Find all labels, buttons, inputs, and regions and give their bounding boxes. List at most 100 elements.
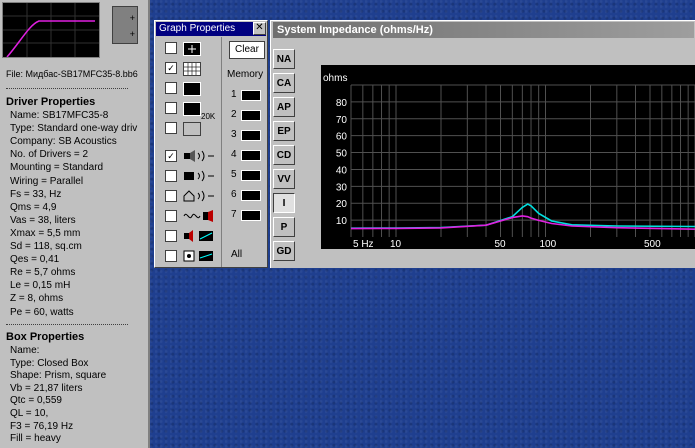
driver-property-line: Le = 0,15 mH — [10, 280, 71, 292]
y-tick-label: 40 — [336, 165, 348, 176]
y-tick-label: 70 — [336, 115, 348, 126]
memory-slot-number: 1 — [231, 89, 237, 100]
driver-property-line: Z = 8, ohms — [10, 293, 64, 305]
checkbox[interactable] — [165, 170, 177, 182]
clear-button[interactable]: Clear — [229, 41, 265, 59]
file-name-label: File: Мидбас-SB17MFC35-8.bb6 — [6, 69, 138, 79]
checkbox[interactable] — [165, 210, 177, 222]
driver-property-line: Mounting = Standard — [10, 162, 104, 174]
divider — [6, 324, 128, 325]
graph-properties-window: Graph Properties ✕ ✓ ✓ 20K Clear Memory 1… — [154, 20, 268, 268]
memory-slot-number: 2 — [231, 109, 237, 120]
box-properties-title: Box Properties — [6, 331, 85, 343]
x-tick-label: 5 Hz — [353, 239, 374, 249]
y-tick-label: 10 — [336, 216, 348, 227]
box-property-line: Vb = 21,87 liters — [10, 382, 83, 394]
memory-slot-number: 7 — [231, 209, 237, 220]
memory-slot-button[interactable] — [241, 110, 261, 121]
tab-i[interactable]: I — [273, 193, 295, 213]
phase-icon[interactable] — [183, 250, 215, 262]
speaker-icon[interactable]: + + — [112, 6, 138, 44]
checkbox[interactable]: ✓ — [165, 150, 177, 162]
box-property-line: Shape: Prism, square — [10, 370, 107, 382]
tab-gd[interactable]: GD — [273, 241, 295, 261]
thumbnail-chart — [3, 3, 99, 58]
all-memory-label[interactable]: All — [231, 249, 242, 260]
memory-slot-button[interactable] — [241, 190, 261, 201]
x-tick-label: 100 — [540, 239, 557, 249]
close-button[interactable]: ✕ — [253, 22, 266, 35]
box-property-line: Name: — [10, 345, 40, 356]
vertical-scale-icon[interactable] — [183, 82, 201, 96]
box-property-line: QL = 10, — [10, 408, 49, 419]
divider — [221, 37, 222, 267]
tab-p[interactable]: P — [273, 217, 295, 237]
checkbox[interactable] — [165, 102, 177, 114]
driver-property-line: Company: SB Acoustics — [10, 136, 117, 148]
frequency-range-icon[interactable] — [183, 102, 201, 116]
y-tick-label: 80 — [336, 98, 348, 109]
x-tick-label: 500 — [644, 239, 661, 249]
driver-sound-icon[interactable] — [183, 150, 215, 162]
memory-slot-button[interactable] — [241, 90, 261, 101]
memory-slot-button[interactable] — [241, 170, 261, 181]
tab-ca[interactable]: CA — [273, 73, 295, 93]
grid-icon[interactable] — [183, 62, 201, 76]
driver-property-line: Fs = 33, Hz — [10, 188, 62, 200]
memory-slot-button[interactable] — [241, 130, 261, 141]
driver-property-line: Qes = 0,41 — [10, 254, 60, 266]
memory-label: Memory — [227, 69, 264, 80]
export-icon[interactable] — [183, 122, 201, 136]
tab-na[interactable]: NA — [273, 49, 295, 69]
box-property-line: Qtc = 0,559 — [10, 395, 62, 407]
memory-slot-number: 4 — [231, 149, 237, 160]
driver-properties-title: Driver Properties — [6, 96, 96, 108]
system-impedance-title: System Impedance (ohms/Hz) — [273, 22, 694, 38]
y-tick-label: 50 — [336, 149, 348, 160]
system-impedance-window: System Impedance (ohms/Hz) NA CA AP EP CD VV I… — [270, 20, 695, 268]
driver-property-line: Xmax = 5,5 mm — [10, 227, 81, 239]
y-tick-label: 30 — [336, 182, 348, 193]
box-property-line: Type: Closed Box — [10, 357, 89, 369]
checkbox[interactable] — [165, 42, 177, 54]
excursion-icon[interactable] — [183, 230, 215, 242]
tab-ep[interactable]: EP — [273, 121, 295, 141]
checkbox[interactable]: ✓ — [165, 62, 177, 74]
cross-icon[interactable] — [183, 42, 201, 56]
port-sound-icon[interactable] — [183, 170, 215, 182]
box-property-line: F3 = 76,19 Hz — [10, 420, 74, 432]
checkbox[interactable] — [165, 122, 177, 134]
memory-slot-button[interactable] — [241, 210, 261, 221]
graph-properties-title: Graph Properties — [156, 22, 266, 36]
driver-property-line: Type: Standard one-way driv — [10, 123, 138, 135]
y-tick-label: 60 — [336, 132, 348, 143]
checkbox[interactable] — [165, 230, 177, 242]
driver-property-line: No. of Drivers = 2 — [10, 149, 89, 161]
x-tick-label: 10 — [390, 239, 402, 249]
tab-vv[interactable]: VV — [273, 169, 295, 189]
plus-icon: + — [129, 13, 135, 23]
impedance-chart: 80 70 60 50 40 30 20 10 ohms 5 Hz 10 50 100 500 — [323, 73, 695, 249]
driver-property-line: Sd = 118, sq.cm — [10, 241, 82, 252]
tab-ap[interactable]: AP — [273, 97, 295, 117]
impedance-plot[interactable]: 80 70 60 50 40 30 20 10 ohms 5 Hz 10 50 100 500 — [321, 65, 695, 249]
memory-slot-number: 6 — [231, 189, 237, 200]
checkbox[interactable] — [165, 250, 177, 262]
y-axis-label: ohms — [323, 73, 347, 84]
response-thumbnail[interactable] — [2, 2, 100, 58]
memory-slot-button[interactable] — [241, 150, 261, 161]
memory-slot-number: 5 — [231, 169, 237, 180]
driver-property-line: Vas = 38, liters — [10, 214, 76, 226]
tab-cd[interactable]: CD — [273, 145, 295, 165]
amplifier-icon[interactable] — [183, 210, 215, 222]
properties-panel: + + File: Мидбас-SB17MFC35-8.bb6 Driver … — [0, 0, 150, 448]
plus-icon: + — [129, 29, 135, 39]
box-property-line: Fill = heavy — [10, 433, 61, 445]
driver-property-line: Name: SB17MFC35-8 — [10, 110, 109, 121]
driver-property-line: Qms = 4,9 — [10, 201, 57, 213]
driver-property-line: Wiring = Parallel — [10, 175, 84, 187]
room-sound-icon[interactable] — [183, 190, 215, 202]
checkbox[interactable] — [165, 82, 177, 94]
checkbox[interactable] — [165, 190, 177, 202]
x-tick-label: 50 — [494, 239, 506, 249]
